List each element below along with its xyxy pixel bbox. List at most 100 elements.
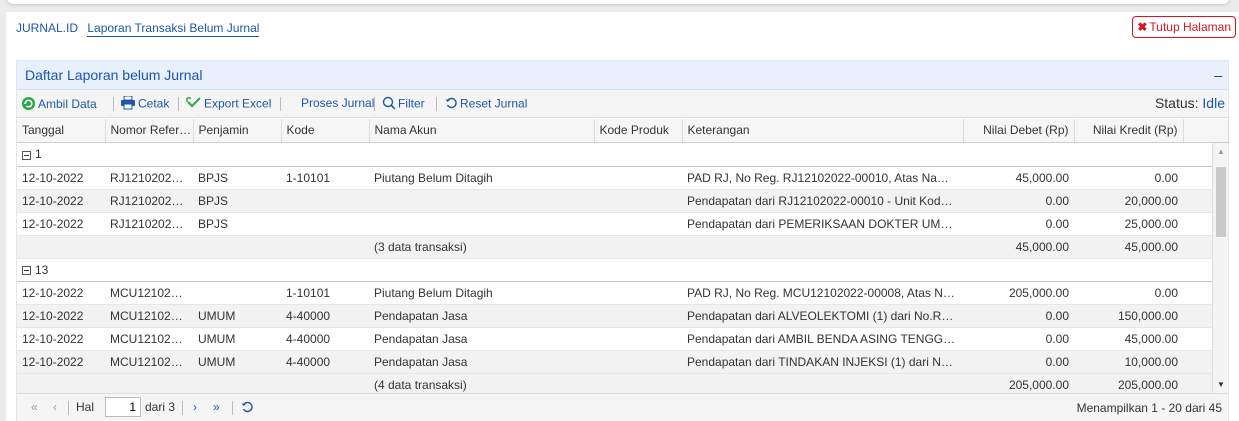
cell-nama-akun: Pendapatan Jasa [369, 327, 594, 351]
column-header: Tanggal Nomor Refer… Penjamin Kode Nama … [17, 119, 1229, 143]
toolbar-divider [374, 97, 375, 111]
breadcrumb-current[interactable]: Laporan Transaksi Belum Jurnal [87, 21, 260, 37]
reset-jurnal-button[interactable]: Reset Jurnal [444, 96, 527, 113]
collapse-group-icon[interactable] [22, 265, 31, 275]
cell-spacer [1183, 304, 1212, 328]
cell-debet: 0.00 [963, 304, 1074, 328]
col-header-nomor-referensi[interactable]: Nomor Refer… [105, 119, 194, 143]
cell-tanggal: 12-10-2022 [17, 327, 105, 351]
table-row[interactable]: 12-10-2022 MCU121020… UMUM 4-40000 Pendapata… [17, 350, 1212, 374]
cell-kode-produk [594, 350, 682, 374]
cell-nomor: RJ12102022-… [105, 166, 193, 190]
close-page-button[interactable]: ✖ Tutup Halaman [1132, 16, 1236, 38]
col-header-nilai-debet[interactable]: Nilai Debet (Rp) [963, 119, 1075, 143]
pager-divider [182, 401, 183, 415]
export-excel-button[interactable]: Export Excel [186, 96, 271, 113]
scroll-down-icon[interactable]: ▼ [1217, 380, 1225, 389]
panel-title: Daftar Laporan belum Jurnal [25, 67, 203, 83]
summary-empty-cell [105, 373, 193, 393]
cell-debet: 0.00 [963, 212, 1074, 236]
page-number-input[interactable] [105, 397, 141, 417]
group-row[interactable]: 1 [17, 143, 1212, 167]
cell-penjamin: UMUM [193, 350, 281, 374]
cell-nomor: MCU121020… [105, 304, 193, 328]
cell-kredit: 20,000.00 [1074, 189, 1183, 213]
summary-empty-cell [281, 373, 369, 393]
cell-penjamin: BPJS [193, 166, 281, 190]
col-header-keterangan[interactable]: Keterangan [682, 119, 964, 143]
cell-nama-akun [369, 189, 594, 213]
cell-nama-akun: Pendapatan Jasa [369, 304, 594, 328]
collapse-group-icon[interactable] [22, 150, 31, 160]
pagination-bar: « ‹ Hal dari 3 › » Menampilkan 1 - 20 da… [17, 393, 1228, 421]
cell-kode: 4-40000 [281, 304, 369, 328]
cell-kode: 1-10101 [281, 281, 369, 305]
ambil-data-button[interactable]: Ambil Data [21, 96, 97, 114]
table-row[interactable]: 12-10-2022 MCU121020… UMUM 4-40000 Pendapata… [17, 304, 1212, 328]
summary-empty-cell [193, 235, 281, 259]
proses-jurnal-label: Proses Jurnal [301, 96, 375, 110]
table-row[interactable]: 12-10-2022 MCU121020… 1-10101 Piutang Belum… [17, 281, 1212, 305]
cell-penjamin: UMUM [193, 304, 281, 328]
prev-page-icon[interactable]: ‹ [53, 400, 57, 414]
scroll-thumb[interactable] [1216, 167, 1226, 237]
summary-debet: 45,000.00 [963, 235, 1074, 259]
refresh-icon [21, 96, 36, 114]
collapse-button[interactable]: – [1214, 61, 1222, 89]
col-header-tanggal[interactable]: Tanggal [17, 119, 106, 143]
cell-kredit: 150,000.00 [1074, 304, 1183, 328]
cell-spacer [1183, 281, 1212, 305]
cell-tanggal: 12-10-2022 [17, 281, 105, 305]
pagination-info: Menampilkan 1 - 20 dari 45 [1076, 401, 1222, 415]
cell-keterangan: PAD RJ, No Reg. RJ12102022-00010, Atas N… [682, 166, 963, 190]
col-header-nama-akun[interactable]: Nama Akun [369, 119, 595, 143]
cell-kredit: 10,000.00 [1074, 350, 1183, 374]
refresh-page-icon[interactable] [240, 400, 254, 417]
group-cell: 13 [17, 258, 1212, 282]
table-row[interactable]: 12-10-2022 RJ12102022-… BPJS Pendapatan dar… [17, 212, 1212, 236]
col-header-kode-produk[interactable]: Kode Produk [594, 119, 683, 143]
summary-empty-cell [682, 373, 963, 393]
cell-kredit: 0.00 [1074, 281, 1183, 305]
status-indicator: Status: Idle [1155, 95, 1225, 111]
cell-keterangan: Pendapatan dari ALVEOLEKTOMI (1) dari No… [682, 304, 963, 328]
col-header-nilai-kredit[interactable]: Nilai Kredit (Rp) [1074, 119, 1184, 143]
page-label: Hal [76, 400, 95, 414]
table-row[interactable]: 12-10-2022 RJ12102022-… BPJS 1-10101 Piutang… [17, 166, 1212, 190]
cell-keterangan: Pendapatan dari TINDAKAN INJEKSI (1) dar… [682, 350, 963, 374]
col-header-penjamin[interactable]: Penjamin [193, 119, 282, 143]
vertical-scrollbar[interactable]: ▲ ▼ [1212, 143, 1228, 393]
table-row[interactable]: 12-10-2022 MCU121020… UMUM 4-40000 Pendapata… [17, 327, 1212, 351]
table-row[interactable]: 12-10-2022 RJ12102022-… BPJS Pendapatan dar… [17, 189, 1212, 213]
cell-kode [281, 189, 369, 213]
cell-spacer [1183, 350, 1212, 374]
toolbar-divider [113, 97, 114, 111]
toolbar-divider [178, 97, 179, 111]
filter-button[interactable]: Filter [382, 96, 425, 113]
cell-kredit: 25,000.00 [1074, 212, 1183, 236]
cell-keterangan: PAD RJ, No Reg. MCU12102022-00008, Atas … [682, 281, 963, 305]
cell-keterangan: Pendapatan dari PEMERIKSAAN DOKTER UMUM … [682, 212, 963, 236]
breadcrumb-root[interactable]: JURNAL.ID [16, 21, 78, 35]
cetak-button[interactable]: Cetak [120, 95, 169, 113]
pager-divider [68, 401, 69, 415]
reset-jurnal-label: Reset Jurnal [460, 96, 528, 111]
cell-spacer [1183, 212, 1212, 236]
search-icon [382, 96, 396, 113]
page-count-label: dari 3 [145, 400, 176, 414]
cell-nomor: MCU121020… [105, 350, 193, 374]
proses-jurnal-button[interactable]: Proses Jurnal [301, 96, 374, 110]
undo-icon [444, 96, 458, 113]
cell-keterangan: Pendapatan dari AMBIL BENDA ASING TENGGO… [682, 327, 963, 351]
toolbar-divider [280, 97, 281, 111]
cell-debet: 0.00 [963, 189, 1074, 213]
last-page-icon[interactable]: » [213, 400, 220, 414]
first-page-icon[interactable]: « [31, 400, 38, 414]
scroll-up-icon[interactable]: ▲ [1217, 147, 1225, 156]
next-page-icon[interactable]: › [193, 400, 197, 414]
top-card [6, 0, 1230, 4]
group-row[interactable]: 13 [17, 258, 1212, 282]
cell-spacer [1183, 235, 1212, 259]
col-header-kode[interactable]: Kode [281, 119, 370, 143]
cell-debet: 0.00 [963, 327, 1074, 351]
